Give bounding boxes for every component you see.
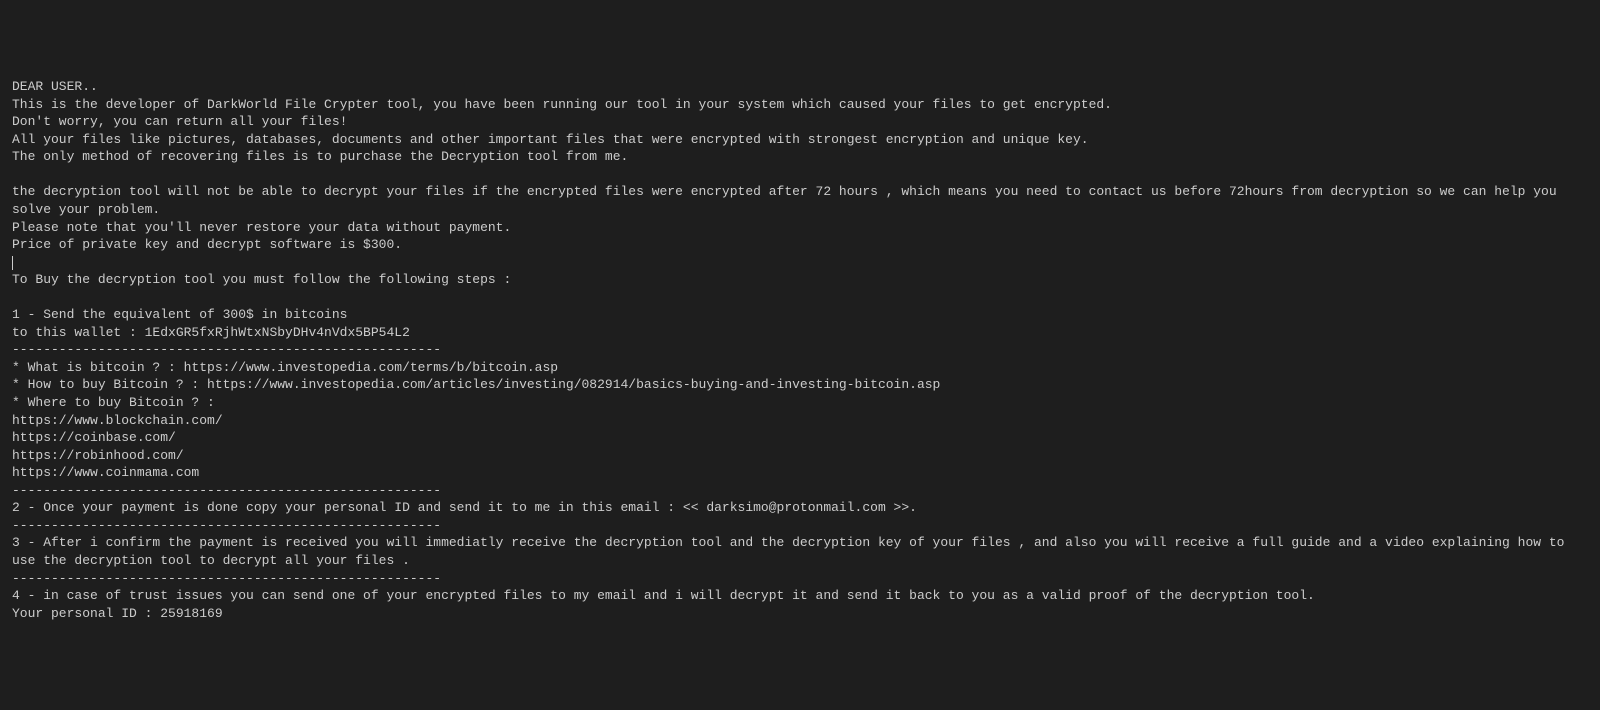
step4-text: 4 - in case of trust issues you can send…	[12, 588, 1315, 603]
link-blockchain: https://www.blockchain.com/	[12, 413, 223, 428]
intro-text-4: The only method of recovering files is t…	[12, 149, 628, 164]
link-robinhood: https://robinhood.com/	[12, 448, 184, 463]
warning-text-1: the decryption tool will not be able to …	[12, 184, 1564, 217]
step3-text: 3 - After i confirm the payment is recei…	[12, 535, 1572, 568]
link-coinbase: https://coinbase.com/	[12, 430, 176, 445]
step2-text: 2 - Once your payment is done copy your …	[12, 500, 917, 515]
header-text: DEAR USER..	[12, 79, 98, 94]
steps-header-text: To Buy the decryption tool you must foll…	[12, 272, 511, 287]
divider-2: ----------------------------------------…	[12, 483, 441, 498]
warning-text-2: Please note that you'll never restore yo…	[12, 220, 511, 235]
text-cursor	[12, 256, 13, 270]
step1-wallet-text: to this wallet : 1EdxGR5fxRjhWtxNSbyDHv4…	[12, 325, 410, 340]
bitcoin-info-3: * Where to buy Bitcoin ? :	[12, 395, 215, 410]
intro-text-2: Don't worry, you can return all your fil…	[12, 114, 347, 129]
divider-4: ----------------------------------------…	[12, 571, 441, 586]
intro-text-3: All your files like pictures, databases,…	[12, 132, 1089, 147]
intro-text-1: This is the developer of DarkWorld File …	[12, 97, 1112, 112]
divider-3: ----------------------------------------…	[12, 518, 441, 533]
price-text: Price of private key and decrypt softwar…	[12, 237, 402, 252]
ransom-note-container: DEAR USER.. This is the developer of Dar…	[12, 78, 1588, 622]
personal-id-text: Your personal ID : 25918169	[12, 606, 223, 621]
link-coinmama: https://www.coinmama.com	[12, 465, 199, 480]
divider-1: ----------------------------------------…	[12, 342, 441, 357]
step1-text-1: 1 - Send the equivalent of 300$ in bitco…	[12, 307, 347, 322]
bitcoin-info-1: * What is bitcoin ? : https://www.invest…	[12, 360, 558, 375]
bitcoin-info-2: * How to buy Bitcoin ? : https://www.inv…	[12, 377, 940, 392]
